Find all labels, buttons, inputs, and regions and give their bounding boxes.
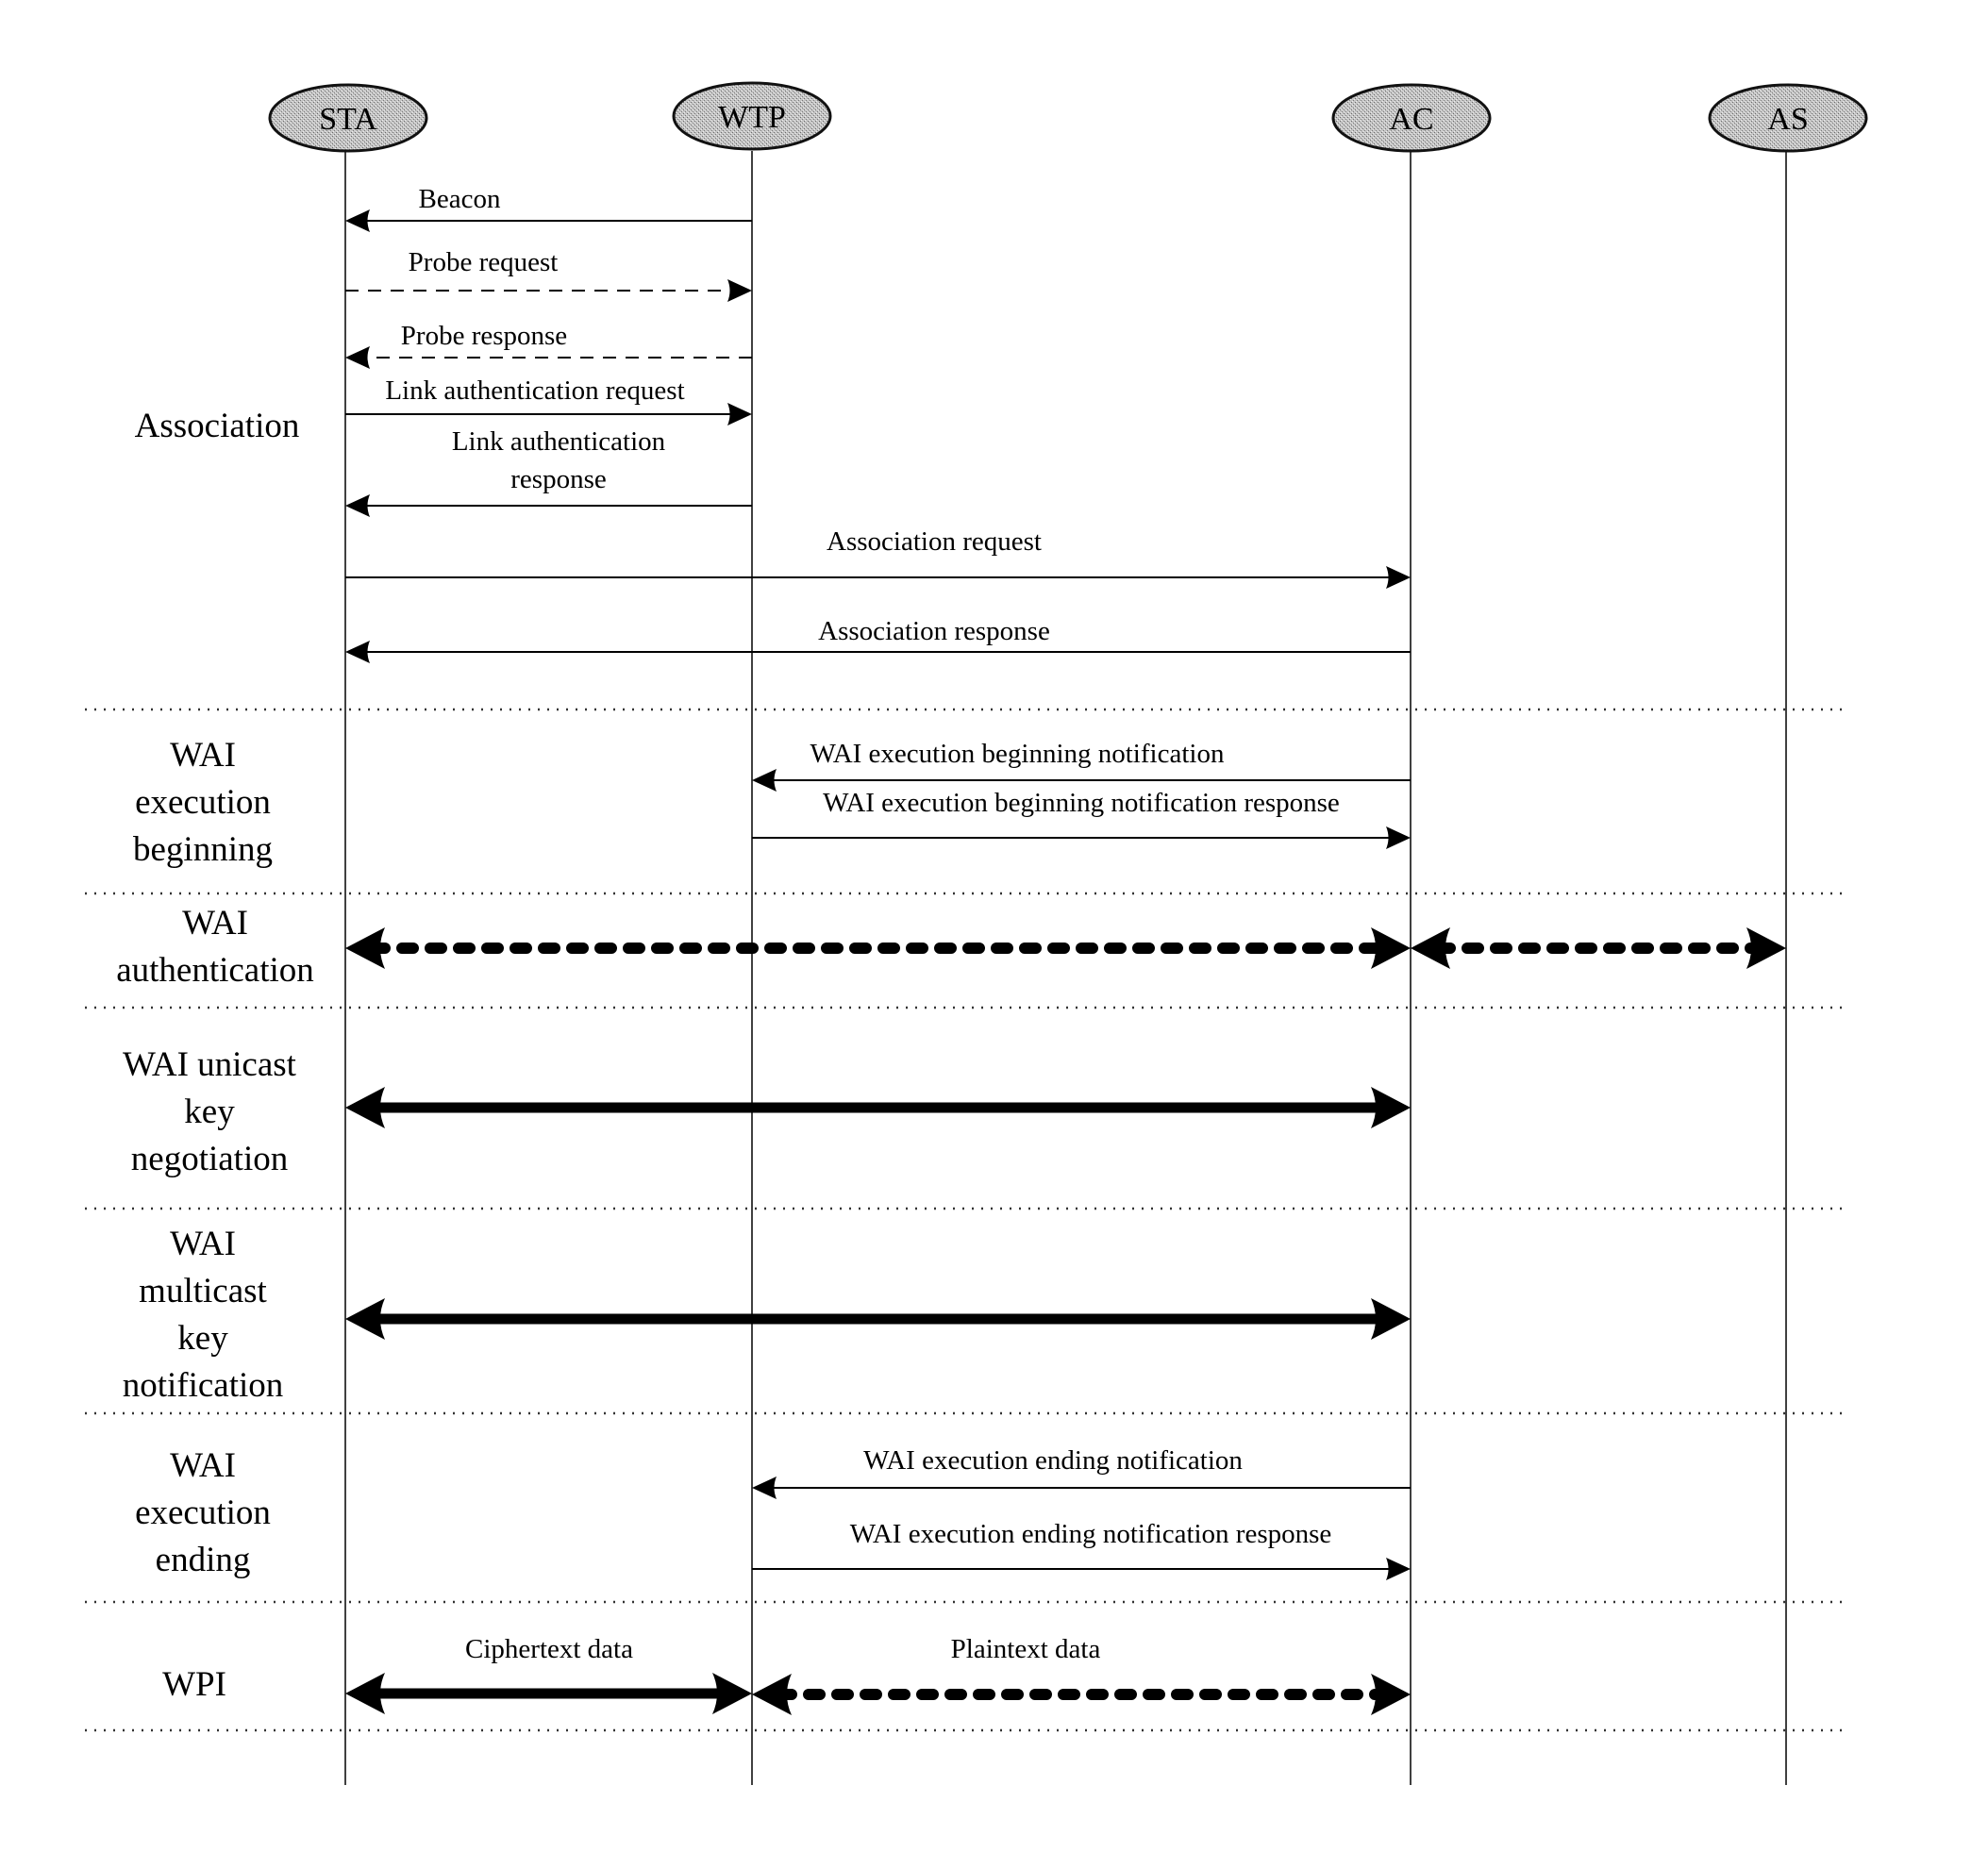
actor-label: AS [1767,102,1808,137]
message-label: Ciphertext data [465,1634,633,1664]
phase-label-line: execution [135,783,271,822]
arrowhead-icon [1371,1087,1411,1128]
arrowhead-icon [345,1087,385,1128]
message-probe-request: Probe request [345,247,752,302]
message-association-request: Association request [345,526,1411,589]
arrowhead-icon [1746,927,1786,969]
phase-separators [85,708,1842,1732]
phase-label-wai-execution-ending: WAI execution ending [135,1446,271,1579]
message-label: Link authentication [452,426,666,457]
messages: Beacon Probe request Probe response Link au… [345,184,1786,1715]
phase-label-line: key [177,1319,228,1358]
message-label: Plaintext data [951,1634,1101,1664]
arrowhead-icon [345,927,385,969]
arrowhead-icon [727,403,752,425]
message-label: Association response [818,616,1050,646]
arrowhead-icon [1386,566,1411,589]
arrowhead-icon [727,279,752,302]
arrowhead-icon [345,346,370,369]
message-wai-auth-sta-ac [345,927,1411,969]
wapi-sequence-diagram: STA WTP AC AS Association WAI execution beginn… [85,81,1868,1785]
phase-label-line: authentication [116,951,314,990]
arrowhead-icon [345,641,370,663]
arrowhead-icon [752,1477,777,1499]
phase-label-line: execution [135,1493,271,1532]
phase-label-line: WAI [170,736,236,775]
phase-label-line: Association [135,407,300,445]
actor-as: AS [1708,83,1868,153]
phase-label-line: WAI [170,1446,236,1485]
message-label: Beacon [419,184,501,214]
message-ciphertext-data: Ciphertext data [345,1634,752,1714]
phase-label-line: WPI [162,1665,226,1704]
message-link-auth-request: Link authentication request [345,375,752,425]
phase-label-line: ending [156,1541,251,1579]
arrowhead-icon [345,1298,385,1340]
message-association-response: Association response [345,616,1411,663]
phase-label-line: key [184,1093,235,1131]
message-plaintext-data: Plaintext data [752,1634,1411,1715]
phase-label-line: beginning [133,830,273,869]
arrowhead-icon [1386,1558,1411,1580]
message-link-auth-response: Link authentication response [345,426,752,517]
message-wai-unicast-key [345,1087,1411,1128]
arrowhead-icon [1411,927,1450,969]
arrowhead-icon [752,1674,792,1715]
actor-label: STA [319,102,377,137]
arrowhead-icon [752,769,777,792]
arrowhead-icon [712,1673,752,1714]
message-label: Probe response [401,321,567,351]
phase-label-association: Association [135,407,300,445]
arrowhead-icon [1386,826,1411,849]
arrowhead-icon [345,209,370,232]
phase-label-line: multicast [139,1272,267,1310]
message-label: response [510,464,606,494]
message-label: Probe request [409,247,559,277]
arrowhead-icon [345,1673,385,1714]
actor-label: WTP [718,100,786,135]
message-wai-exec-begin-notification: WAI execution beginning notification [752,739,1411,792]
phase-label-wai-unicast-key-negotiation: WAI unicast key negotiation [123,1045,297,1178]
message-wai-auth-ac-as [1411,927,1786,969]
message-label: WAI execution ending notification [863,1445,1243,1476]
message-wai-exec-end-notification: WAI execution ending notification [752,1445,1411,1499]
message-label: WAI execution beginning notification res… [823,788,1340,818]
phase-label-wai-authentication: WAI authentication [116,904,314,990]
message-label: Link authentication request [385,375,684,406]
message-wai-exec-end-notification-response: WAI execution ending notification respon… [752,1519,1411,1580]
phase-label-line: WAI unicast [123,1045,297,1084]
message-wai-multicast-key [345,1298,1411,1340]
arrowhead-icon [1371,1674,1411,1715]
phase-label-wpi: WPI [162,1665,226,1704]
phase-label-line: WAI [170,1225,236,1263]
arrowhead-icon [1371,1298,1411,1340]
phase-label-wai-multicast-key-notification: WAI multicast key notification [123,1225,284,1405]
message-wai-exec-begin-notification-response: WAI execution beginning notification res… [752,788,1411,849]
phase-label-line: negotiation [131,1140,288,1178]
phase-label-wai-execution-beginning: WAI execution beginning [133,736,273,869]
message-beacon: Beacon [345,184,752,232]
message-label: WAI execution ending notification respon… [850,1519,1332,1549]
phase-label-line: WAI [182,904,248,943]
actor-ac: AC [1331,83,1492,153]
phase-labels: Association WAI execution beginning WAI authe… [116,407,314,1704]
actor-label: AC [1389,102,1433,137]
arrowhead-icon [345,494,370,517]
phase-label-line: notification [123,1366,284,1405]
message-label: WAI execution beginning notification [810,739,1225,769]
actor-sta: STA [268,83,428,153]
message-probe-response: Probe response [345,321,752,369]
actors: STA WTP AC AS [268,81,1868,153]
arrowhead-icon [1371,927,1411,969]
message-label: Association request [827,526,1042,557]
actor-wtp: WTP [672,81,832,151]
